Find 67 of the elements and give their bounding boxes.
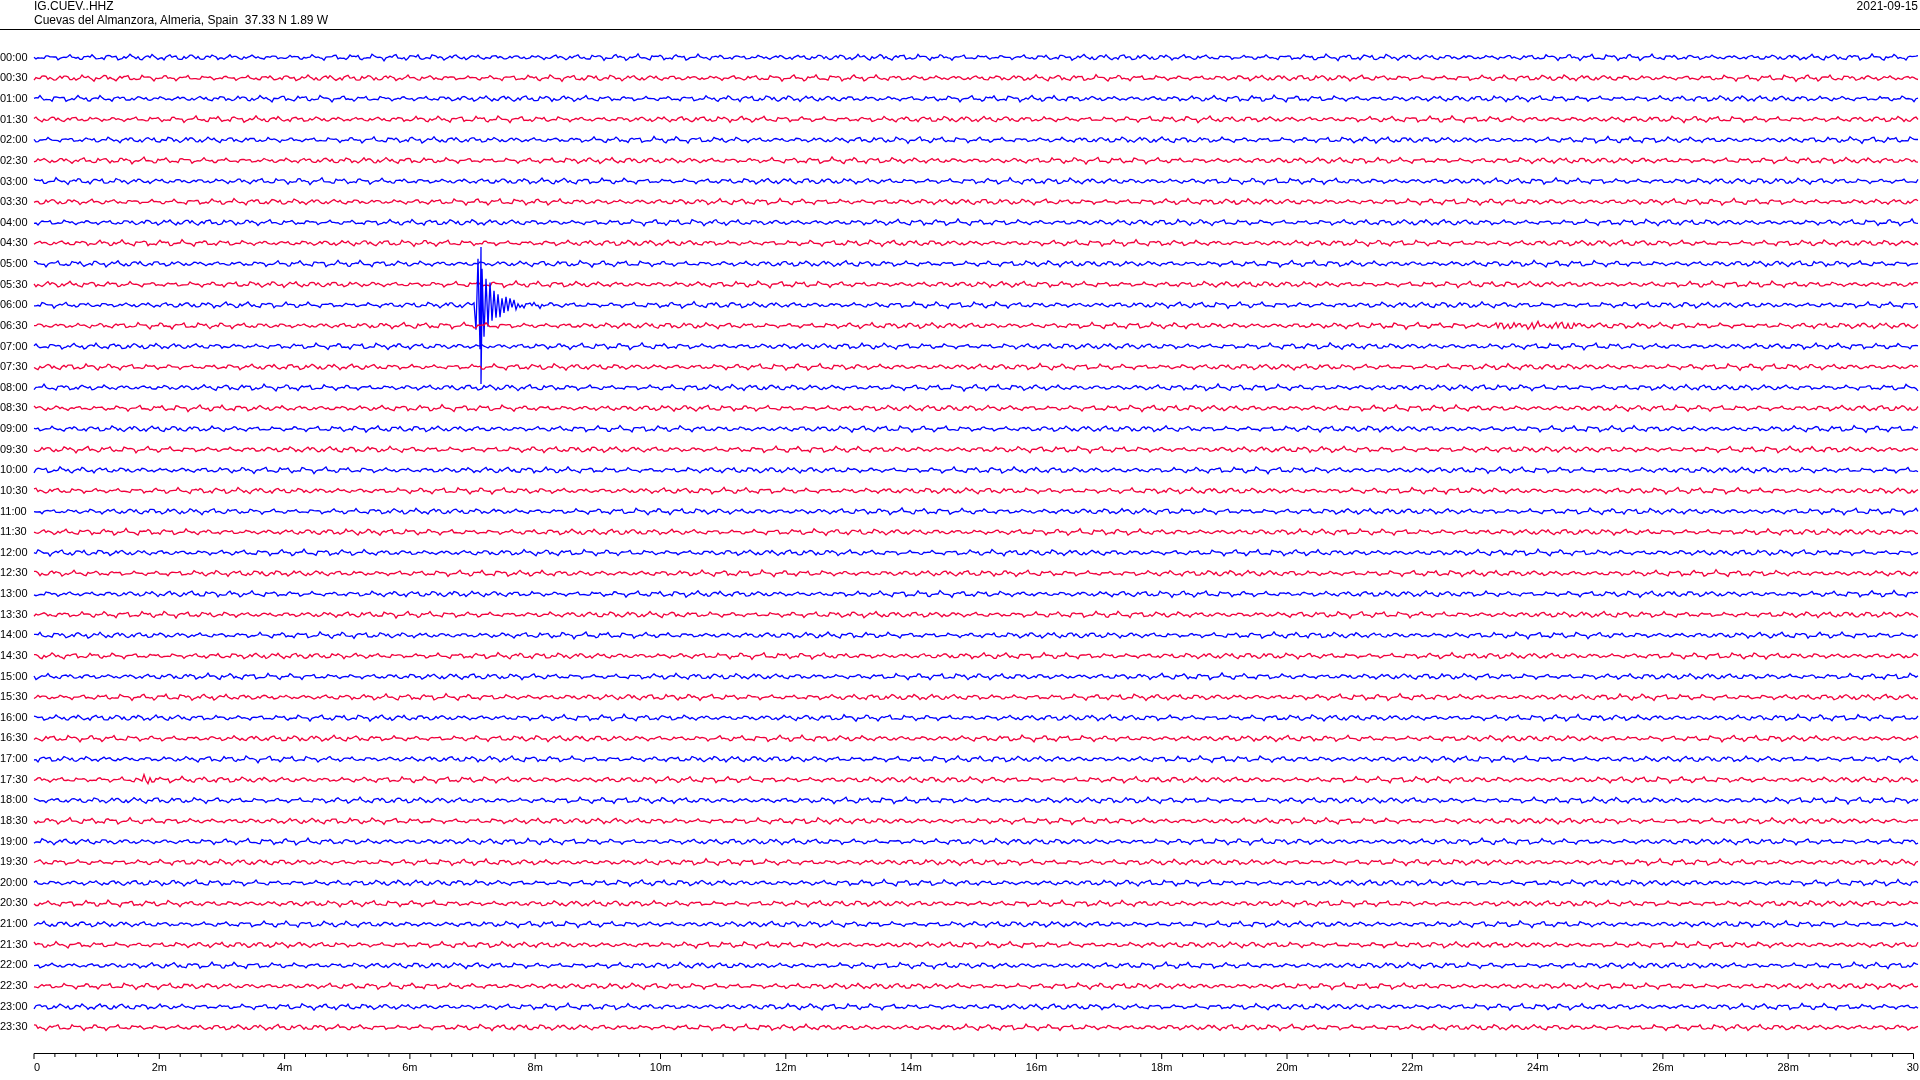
axis-tick-label: 0 [34, 1061, 41, 1073]
axis-tick-label: 4m [276, 1061, 293, 1073]
axis-tick-label: 6m [402, 1061, 418, 1073]
axis-tick-label: 28m [1777, 1061, 1799, 1073]
hour-label: 20:30 [0, 897, 28, 909]
hour-label: 23:30 [0, 1021, 28, 1033]
hour-label: 02:00 [0, 134, 28, 146]
station-info: Cuevas del Almanzora, Almeria, Spain 37.33 N 1.89 W [34, 13, 329, 27]
hour-label: 17:00 [0, 753, 28, 765]
hour-label: 12:00 [0, 546, 28, 558]
hour-label: 10:30 [0, 484, 28, 496]
hour-label: 06:00 [0, 299, 28, 311]
hour-label: 07:30 [0, 361, 28, 373]
hour-label: 06:30 [0, 319, 28, 331]
hour-label: 10:00 [0, 464, 28, 476]
hour-label: 00:30 [0, 72, 28, 84]
axis-tick-label: 16m [1025, 1061, 1048, 1073]
axis-tick-label: 26m [1652, 1061, 1674, 1073]
hour-label: 19:30 [0, 856, 28, 868]
hour-label: 04:30 [0, 237, 28, 249]
hour-label: 14:00 [0, 629, 28, 641]
hour-label: 08:00 [0, 381, 28, 393]
hour-label: 07:00 [0, 340, 28, 352]
hour-label: 03:00 [0, 175, 28, 187]
axis-tick-label: 8m [527, 1061, 543, 1073]
hour-label: 21:00 [0, 918, 28, 930]
hour-label: 23:00 [0, 1000, 28, 1012]
hour-label: 15:00 [0, 670, 28, 682]
hour-label: 11:00 [0, 505, 27, 517]
hour-label: 05:30 [0, 278, 28, 290]
hour-label: 19:00 [0, 835, 28, 847]
hour-label: 22:30 [0, 979, 28, 991]
hour-label: 18:30 [0, 814, 28, 826]
hour-label: 04:00 [0, 216, 28, 228]
hour-label: 13:30 [0, 608, 28, 620]
axis-tick-label: 30 [1906, 1061, 1919, 1073]
date-label: 2021-09-15 [1856, 0, 1918, 13]
hour-label: 08:30 [0, 402, 28, 414]
hour-label: 09:00 [0, 423, 28, 435]
hour-label: 01:30 [0, 113, 28, 125]
hour-label: 15:30 [0, 691, 28, 703]
hour-label: 21:30 [0, 938, 28, 950]
axis-tick-label: 12m [775, 1061, 797, 1073]
hour-label: 03:30 [0, 196, 28, 208]
hour-label: 16:30 [0, 732, 28, 744]
axis-tick-label: 22m [1401, 1061, 1423, 1073]
hour-label: 13:00 [0, 588, 28, 600]
hour-label: 20:00 [0, 876, 28, 888]
axis-tick-label: 24m [1526, 1061, 1549, 1073]
axis-tick-label: 18m [1151, 1061, 1173, 1073]
hour-label: 05:00 [0, 258, 28, 270]
hour-label: 17:30 [0, 773, 28, 785]
hour-label: 16:00 [0, 711, 28, 723]
hour-label: 00:00 [0, 51, 28, 63]
hour-label: 22:00 [0, 959, 28, 971]
hour-label: 14:30 [0, 649, 28, 661]
hour-label: 09:30 [0, 443, 28, 455]
hour-label: 02:30 [0, 154, 28, 166]
hour-label: 12:30 [0, 567, 28, 579]
hour-label: 11:30 [0, 526, 27, 538]
hour-label: 18:00 [0, 794, 28, 806]
channel-code: IG.CUEV..HHZ [34, 0, 114, 13]
axis-tick-label: 10m [649, 1061, 672, 1073]
axis-tick-label: 2m [151, 1061, 167, 1073]
axis-tick-label: 14m [900, 1061, 922, 1073]
axis-tick-label: 20m [1276, 1061, 1298, 1073]
hour-label: 01:00 [0, 93, 28, 105]
